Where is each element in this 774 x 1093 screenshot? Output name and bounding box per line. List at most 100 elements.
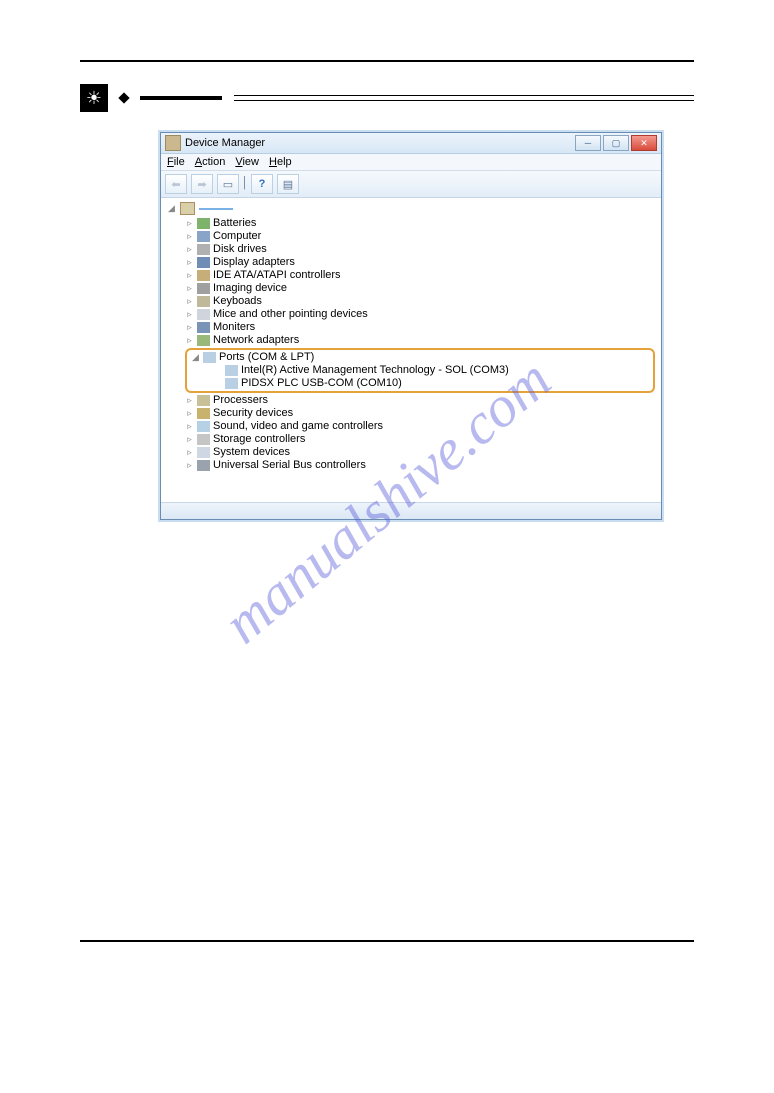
- maximize-button[interactable]: ▢: [603, 135, 629, 151]
- port-device-item[interactable]: PIDSX PLC USB-COM (COM10): [225, 377, 649, 390]
- tree-item[interactable]: ▹ Mice and other pointing devices: [185, 308, 655, 321]
- tree-item[interactable]: ▹ Computer: [185, 230, 655, 243]
- expander-icon[interactable]: ▹: [185, 422, 194, 431]
- tree-item[interactable]: ▹ IDE ATA/ATAPI controllers: [185, 269, 655, 282]
- category-icon: [197, 231, 210, 242]
- tree-item-ports[interactable]: Ports (COM & LPT): [219, 351, 314, 363]
- category-icon: [197, 244, 210, 255]
- tree-item[interactable]: ▹ Keyboads: [185, 295, 655, 308]
- port-device-item[interactable]: Intel(R) Active Management Technology - …: [225, 364, 649, 377]
- tree-item-label: Computer: [213, 230, 261, 242]
- category-icon: [197, 408, 210, 419]
- ports-highlight: ◢ Ports (COM & LPT) Intel(R) Active Mana…: [185, 348, 655, 393]
- back-button[interactable]: ⬅: [165, 174, 187, 194]
- toolbar: ⬅ ➡ ▭ │ ? ▤: [161, 171, 661, 198]
- category-icon: [197, 395, 210, 406]
- port-icon: [225, 378, 238, 389]
- menu-bar: FFileile Action View Help: [161, 154, 661, 171]
- tree-item-label: System devices: [213, 446, 290, 458]
- tree-item-label: Processers: [213, 394, 268, 406]
- category-icon: [197, 447, 210, 458]
- minimize-button[interactable]: ─: [575, 135, 601, 151]
- titlebar[interactable]: Device Manager ─ ▢ ✕: [161, 133, 661, 154]
- tree-item-label: Sound, video and game controllers: [213, 420, 383, 432]
- app-icon: [165, 135, 181, 151]
- expander-icon[interactable]: ▹: [185, 258, 194, 267]
- menu-file[interactable]: FFileile: [167, 156, 185, 168]
- category-icon: [197, 257, 210, 268]
- device-manager-window: Device Manager ─ ▢ ✕ FFileile Action Vie…: [160, 132, 662, 520]
- tree-item-label: Universal Serial Bus controllers: [213, 459, 366, 471]
- tree-item[interactable]: ▹Imaging device: [185, 282, 655, 295]
- device-tree: ◢ ▹ Batteries ▹ Computer ▹ Disk drives ▹ Displa…: [161, 198, 661, 502]
- tree-item[interactable]: ▹ Sound, video and game controllers: [185, 420, 655, 433]
- close-button[interactable]: ✕: [631, 135, 657, 151]
- tree-item-label: Mice and other pointing devices: [213, 308, 368, 320]
- tree-item[interactable]: ▹ Disk drives: [185, 243, 655, 256]
- tree-item-label: Display adapters: [213, 256, 295, 268]
- toolbar-separator: │: [243, 174, 247, 192]
- tree-item-label: Network adapters: [213, 334, 299, 346]
- expander-icon[interactable]: ▹: [185, 435, 194, 444]
- expander-icon[interactable]: ▹: [185, 271, 194, 280]
- hint-icon: ☀: [80, 84, 108, 112]
- tree-item[interactable]: ▹ Network adapters: [185, 334, 655, 347]
- category-icon: [197, 270, 210, 281]
- tree-item[interactable]: ▹ Display adapters: [185, 256, 655, 269]
- tree-item-label: Batteries: [213, 217, 256, 229]
- computer-root-icon: [180, 202, 195, 215]
- forward-button[interactable]: ➡: [191, 174, 213, 194]
- page-top-rule: [80, 60, 694, 62]
- category-icon: [197, 460, 210, 471]
- menu-help[interactable]: Help: [269, 156, 292, 168]
- category-icon: [197, 218, 210, 229]
- tree-item-label: Security devices: [213, 407, 293, 419]
- tree-item[interactable]: ▹ Security devices: [185, 407, 655, 420]
- tree-item-label: IDE ATA/ATAPI controllers: [213, 269, 341, 281]
- tree-item-label: Keyboads: [213, 295, 262, 307]
- tree-item[interactable]: ▹Storage controllers: [185, 433, 655, 446]
- tree-item[interactable]: ▹ System devices: [185, 446, 655, 459]
- expander-icon[interactable]: ▹: [185, 461, 194, 470]
- expander-icon[interactable]: ▹: [185, 409, 194, 418]
- tree-item[interactable]: ▹ Moniters: [185, 321, 655, 334]
- expander-icon[interactable]: ◢: [167, 204, 176, 213]
- expander-icon[interactable]: ▹: [185, 219, 194, 228]
- category-icon: [197, 335, 210, 346]
- category-icon: [197, 309, 210, 320]
- expander-icon[interactable]: ▹: [185, 245, 194, 254]
- window-title: Device Manager: [185, 137, 575, 149]
- menu-action[interactable]: Action: [195, 156, 226, 168]
- expander-icon[interactable]: ▹: [185, 284, 194, 293]
- category-icon: [197, 283, 210, 294]
- category-icon: [197, 434, 210, 445]
- port-device-label: Intel(R) Active Management Technology - …: [241, 364, 509, 376]
- section-header: ☀: [80, 84, 694, 112]
- tree-item[interactable]: ▹ Batteries: [185, 217, 655, 230]
- header-thick-line: [140, 96, 222, 100]
- status-bar: [161, 502, 661, 519]
- port-icon: [225, 365, 238, 376]
- expander-icon[interactable]: ▹: [185, 336, 194, 345]
- expander-icon[interactable]: ▹: [185, 297, 194, 306]
- menu-view[interactable]: View: [235, 156, 259, 168]
- expander-icon[interactable]: ▹: [185, 323, 194, 332]
- expander-icon[interactable]: ▹: [185, 396, 194, 405]
- properties-button[interactable]: ▤: [277, 174, 299, 194]
- tree-item[interactable]: ▹ Processers: [185, 394, 655, 407]
- header-double-line: [234, 95, 694, 101]
- root-node-selected[interactable]: [199, 208, 233, 210]
- help-button[interactable]: ?: [251, 174, 273, 194]
- tree-item-label: Moniters: [213, 321, 255, 333]
- expander-icon[interactable]: ▹: [185, 310, 194, 319]
- expander-icon[interactable]: ◢: [191, 353, 200, 362]
- category-icon: [197, 421, 210, 432]
- expander-icon[interactable]: ▹: [185, 232, 194, 241]
- show-hide-button[interactable]: ▭: [217, 174, 239, 194]
- tree-item[interactable]: ▹ Universal Serial Bus controllers: [185, 459, 655, 472]
- category-icon: [197, 296, 210, 307]
- expander-icon[interactable]: ▹: [185, 448, 194, 457]
- ports-icon: [203, 352, 216, 363]
- tree-item-label: Disk drives: [213, 243, 267, 255]
- category-icon: [197, 322, 210, 333]
